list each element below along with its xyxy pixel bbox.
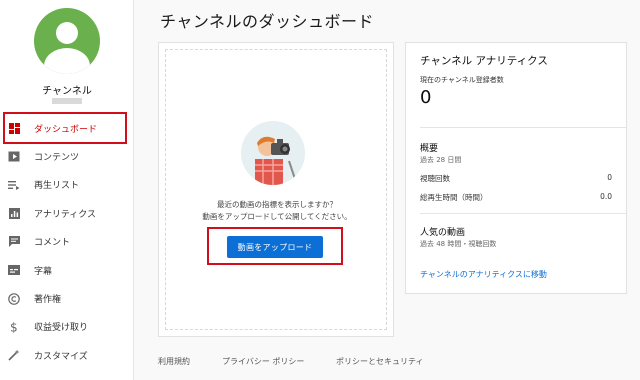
dashboard-icon (8, 122, 20, 134)
views-value: 0 (607, 173, 612, 182)
watch-time-value: 0.0 (600, 192, 612, 201)
sidebar-item-customize[interactable]: カスタマイズ (0, 341, 134, 369)
upload-card: 最近の動画の指標を表示しますか？ 動画をアップロードして公開してください。 動画… (158, 42, 394, 337)
channel-name: チャンネル (42, 86, 92, 97)
upload-dropzone (165, 49, 387, 330)
footer-terms-link[interactable]: 利用規約 (158, 356, 190, 367)
upload-prompt-line1: 最近の動画の指標を表示しますか？ (217, 200, 337, 209)
sidebar-item-label: コメント (34, 238, 71, 249)
sidebar-item-label: 著作権 (34, 295, 62, 306)
sidebar-item-label: コンテンツ (34, 153, 80, 164)
camera-person-illustration (241, 121, 305, 185)
analytics-icon (8, 207, 20, 219)
upload-video-button[interactable]: 動画をアップロード (227, 236, 323, 258)
playlist-icon (8, 179, 20, 191)
sidebar: チャンネル ダッシュボード コンテンツ 再生リスト アナリティクス コメント 字… (0, 0, 134, 380)
views-row: 視聴回数 0 (420, 173, 612, 184)
avatar-head (56, 22, 78, 44)
sidebar-item-label: ダッシュボード (34, 124, 98, 135)
sidebar-item-label: アナリティクス (34, 209, 97, 220)
channel-handle-redacted (52, 98, 82, 104)
summary-period: 過去 28 日間 (420, 156, 462, 164)
go-to-analytics-link[interactable]: チャンネルのアナリティクスに移動 (420, 269, 547, 280)
sidebar-item-dashboard[interactable]: ダッシュボード (0, 114, 134, 142)
analytics-title: チャンネル アナリティクス (420, 55, 548, 67)
popular-videos-title: 人気の動画 (420, 228, 466, 238)
magic-wand-icon (8, 349, 20, 361)
channel-analytics-card: チャンネル アナリティクス 現在のチャンネル登録者数 0 概要 過去 28 日間… (405, 42, 627, 294)
sidebar-item-subtitles[interactable]: 字幕 (0, 256, 134, 284)
sidebar-nav: ダッシュボード コンテンツ 再生リスト アナリティクス コメント 字幕 著作権 … (0, 114, 134, 370)
sidebar-item-content[interactable]: コンテンツ (0, 142, 134, 170)
upload-prompt-line2: 動画をアップロードして公開してください。 (202, 212, 352, 221)
popular-videos-period: 過去 48 時間・視聴回数 (420, 240, 497, 248)
sidebar-item-label: 再生リスト (34, 181, 80, 192)
watch-time-label: 総再生時間（時間） (420, 193, 488, 202)
views-label: 視聴回数 (420, 174, 450, 183)
avatar-body (44, 48, 90, 74)
sidebar-item-analytics[interactable]: アナリティクス (0, 199, 134, 227)
svg-text:$: $ (10, 321, 18, 333)
dollar-icon: $ (8, 321, 20, 333)
channel-avatar[interactable] (34, 8, 100, 74)
sidebar-item-monetization[interactable]: $ 収益受け取り (0, 313, 134, 341)
sidebar-item-comments[interactable]: コメント (0, 228, 134, 256)
copyright-icon (8, 292, 20, 305)
footer-privacy-link[interactable]: プライバシー ポリシー (222, 356, 304, 367)
sidebar-item-label: カスタマイズ (34, 351, 88, 362)
footer-policy-link[interactable]: ポリシーとセキュリティ (336, 356, 424, 367)
sidebar-item-label: 字幕 (34, 266, 53, 277)
subscribers-label: 現在のチャンネル登録者数 (420, 76, 504, 84)
comment-icon (8, 236, 20, 248)
summary-title: 概要 (420, 144, 439, 154)
subtitles-icon (8, 264, 20, 276)
subscribers-value: 0 (420, 87, 432, 108)
video-library-icon (8, 151, 20, 163)
upload-prompt-text: 最近の動画の指標を表示しますか？ 動画をアップロードして公開してください。 (159, 199, 395, 223)
divider (420, 213, 626, 214)
divider (420, 127, 626, 128)
sidebar-item-label: 収益受け取り (34, 323, 89, 334)
sidebar-item-copyright[interactable]: 著作権 (0, 284, 134, 312)
watch-time-row: 総再生時間（時間） 0.0 (420, 192, 612, 203)
page-title: チャンネルのダッシュボード (160, 12, 375, 31)
sidebar-item-playlists[interactable]: 再生リスト (0, 171, 134, 199)
